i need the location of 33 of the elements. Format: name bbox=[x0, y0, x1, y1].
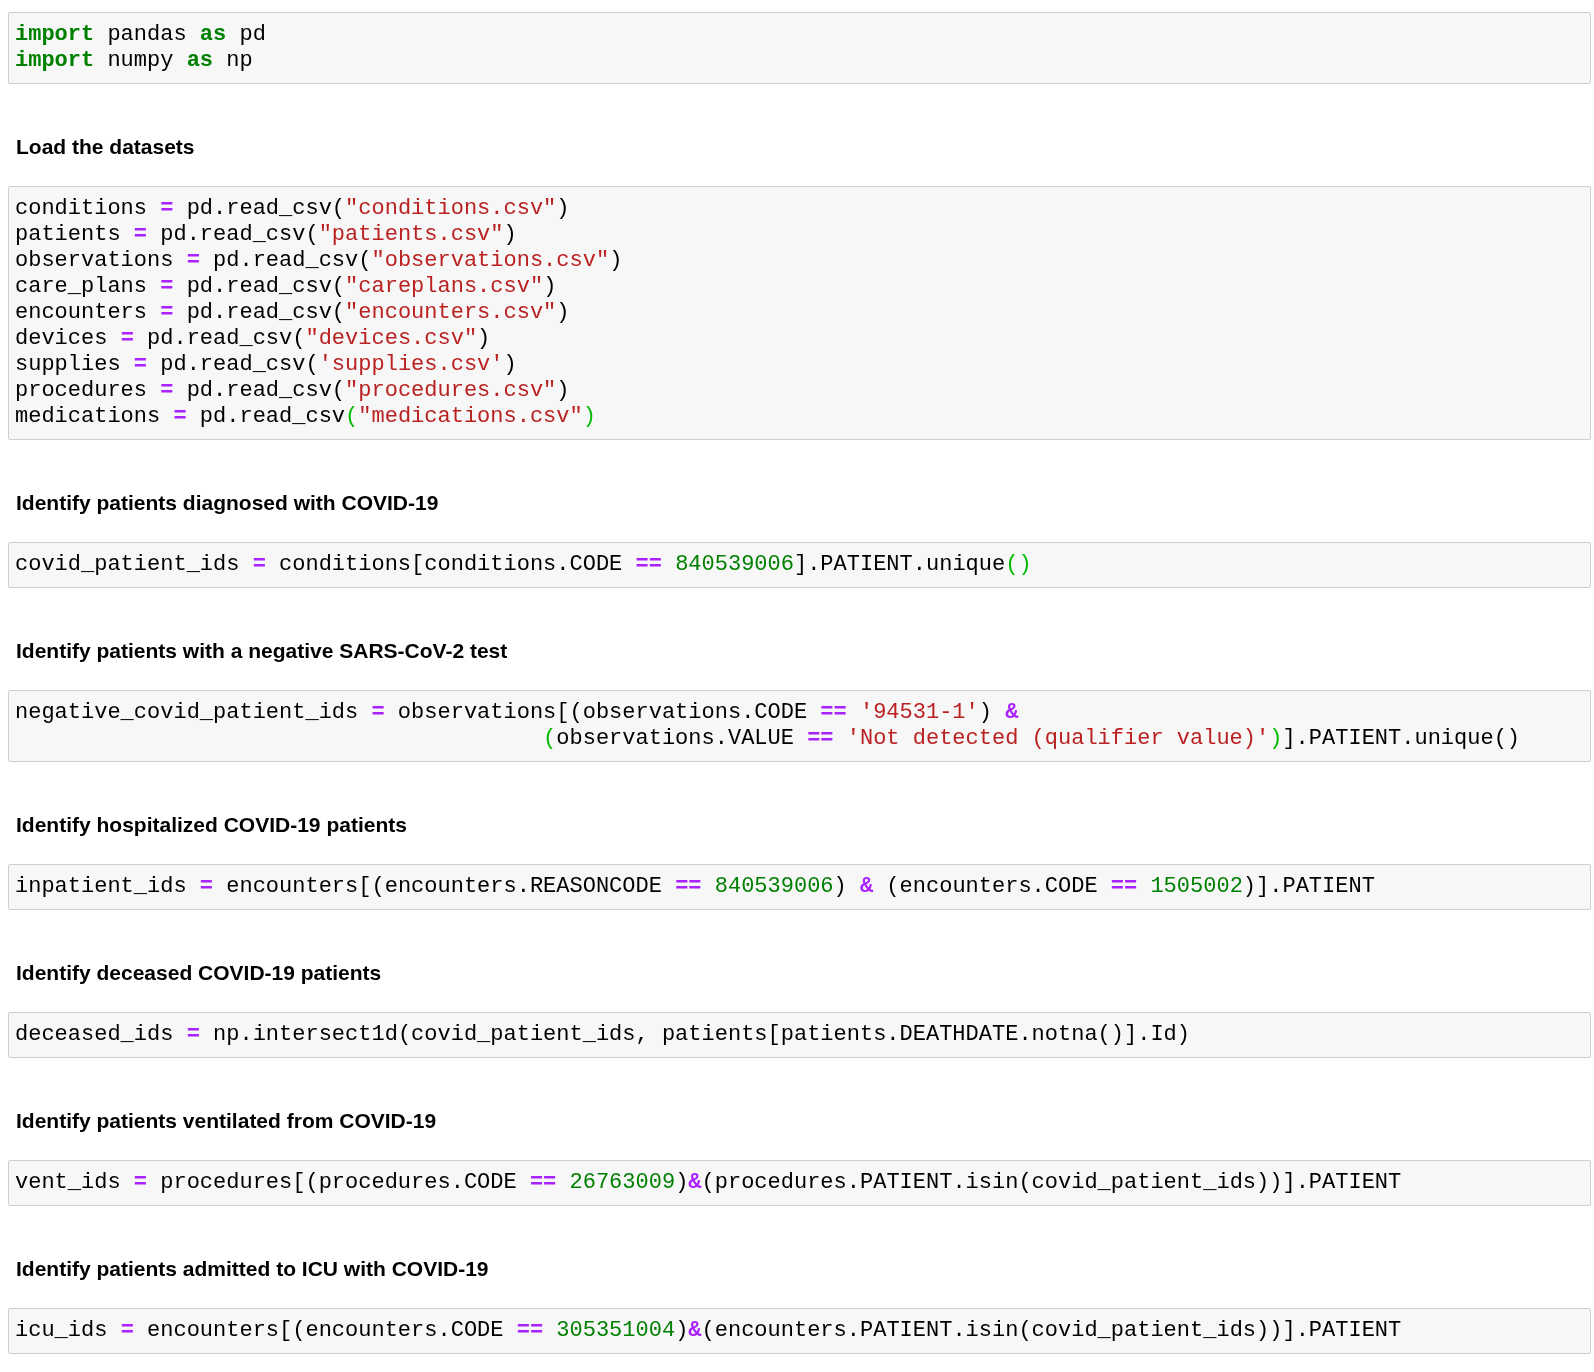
section-heading: Identify patients admitted to ICU with COVID-19 bbox=[16, 1256, 489, 1282]
code-line: deceased_ids = np.intersect1d(covid_patient_ids, patients[patients.DEATHDATE.notna()].Id) bbox=[15, 1022, 1190, 1048]
section-heading: Identify deceased COVID-19 patients bbox=[16, 960, 382, 986]
code-line: devices = pd.read_csv("devices.csv") bbox=[15, 326, 491, 352]
code-line: covid_patient_ids = conditions[conditions.CODE == 840539006].PATIENT.unique() bbox=[15, 552, 1032, 578]
code-line: encounters = pd.read_csv("encounters.csv") bbox=[15, 300, 570, 326]
code-line: supplies = pd.read_csv('supplies.csv') bbox=[15, 352, 517, 378]
code-line: conditions = pd.read_csv("conditions.csv") bbox=[15, 196, 570, 222]
section-heading: Load the datasets bbox=[16, 134, 195, 160]
section-heading: Identify patients diagnosed with COVID-19 bbox=[16, 490, 439, 516]
code-line: negative_covid_patient_ids = observations[(observations.CODE == '94531-1') & bbox=[15, 700, 1019, 726]
code-cell[interactable]: icu_ids = encounters[(encounters.CODE == 305351004)&(encounters.PATIENT.isin(covid_patient_ids))].PATIENT bbox=[8, 1308, 1591, 1354]
code-line: import pandas as pd bbox=[15, 22, 266, 48]
code-line: icu_ids = encounters[(encounters.CODE == 305351004)&(encounters.PATIENT.isin(covid_patient_ids))].PATIENT bbox=[15, 1318, 1402, 1344]
section-heading: Identify patients with a negative SARS-CoV-2 test bbox=[16, 638, 508, 664]
code-line: vent_ids = procedures[(procedures.CODE == 26763009)&(procedures.PATIENT.isin(covid_patient_ids))].PATIENT bbox=[15, 1170, 1402, 1196]
code-cell[interactable]: negative_covid_patient_ids = observations[(observations.CODE == '94531-1') & (observations.VALUE == 'Not detected (qualifier value)')].PATIENT.unique() bbox=[8, 690, 1591, 762]
code-cell[interactable] bbox=[8, 186, 1591, 440]
section-heading: Identify patients ventilated from COVID-19 bbox=[16, 1108, 437, 1134]
code-line: import numpy as np bbox=[15, 48, 253, 74]
code-cell[interactable]: vent_ids = procedures[(procedures.CODE == 26763009)&(procedures.PATIENT.isin(covid_patient_ids))].PATIENT bbox=[8, 1160, 1591, 1206]
code-cell[interactable]: import pandas as pd import numpy as np bbox=[8, 12, 1591, 84]
code-cell[interactable]: inpatient_ids = encounters[(encounters.REASONCODE == 840539006) & (encounters.CODE == 1505002)].PATIENT bbox=[8, 864, 1591, 910]
code-line: (observations.VALUE == 'Not detected (qualifier value)')].PATIENT.unique() bbox=[542, 726, 1521, 752]
code-line: medications = pd.read_csv("medications.csv") bbox=[15, 404, 596, 430]
code-line: care_plans = pd.read_csv("careplans.csv") bbox=[15, 274, 557, 300]
code-cell[interactable]: deceased_ids = np.intersect1d(covid_patient_ids, patients[patients.DEATHDATE.notna()].Id) bbox=[8, 1012, 1591, 1058]
code-line: patients = pd.read_csv("patients.csv") bbox=[15, 222, 517, 248]
section-heading: Identify hospitalized COVID-19 patients bbox=[16, 812, 407, 838]
code-line: procedures = pd.read_csv("procedures.csv") bbox=[15, 378, 570, 404]
code-line: inpatient_ids = encounters[(encounters.REASONCODE == 840539006) & (encounters.CODE == 1505002)].PATIENT bbox=[15, 874, 1375, 900]
code-cell[interactable]: covid_patient_ids = conditions[conditions.CODE == 840539006].PATIENT.unique() bbox=[8, 542, 1591, 588]
code-line: observations = pd.read_csv("observations.csv") bbox=[15, 248, 623, 274]
